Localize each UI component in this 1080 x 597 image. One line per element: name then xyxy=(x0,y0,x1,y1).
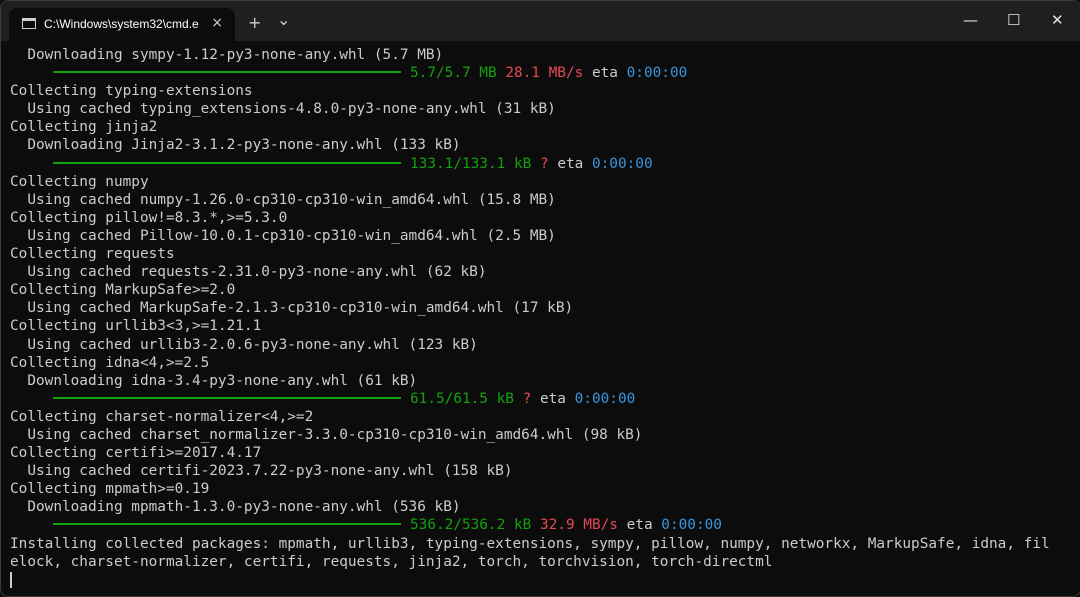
terminal-line: Collecting charset-normalizer<4,>=2 xyxy=(10,408,314,425)
terminal-line: Downloading mpmath-1.3.0-py3-none-any.wh… xyxy=(10,499,461,516)
eta-label: eta xyxy=(591,65,618,82)
dropdown-icon[interactable]: ⌄ xyxy=(277,10,290,29)
terminal-line: Using cached Pillow-10.0.1-cp310-cp310-w… xyxy=(10,227,556,244)
terminal-window: C:\Windows\system32\cmd.e × + ⌄ — ☐ ✕ Do… xyxy=(0,0,1080,597)
tab-close-icon[interactable]: × xyxy=(211,15,223,31)
terminal-line: Collecting typing-extensions xyxy=(10,83,253,100)
terminal-line: Downloading sympy-1.12-py3-none-any.whl … xyxy=(10,47,444,63)
terminal-line: Using cached urllib3-2.0.6-py3-none-any.… xyxy=(10,336,478,353)
eta-label: eta xyxy=(557,155,584,172)
progress-bar xyxy=(53,523,401,526)
new-tab-icon[interactable]: + xyxy=(248,13,261,32)
progress-line: 133.1/133.1 kB ? eta 0:00:00 xyxy=(10,155,1072,173)
prompt-line[interactable] xyxy=(10,571,1072,589)
terminal-line: Collecting pillow!=8.3.*,>=5.3.0 xyxy=(10,209,288,226)
progress-eta: 0:00:00 xyxy=(574,390,636,407)
terminal-line: Collecting certifi>=2017.4.17 xyxy=(10,445,262,462)
terminal-line: Downloading Jinja2-3.1.2-py3-none-any.wh… xyxy=(10,137,461,154)
minimize-icon[interactable]: — xyxy=(963,11,978,29)
tab-title: C:\Windows\system32\cmd.e xyxy=(44,17,199,31)
terminal-line: Collecting idna<4,>=2.5 xyxy=(10,354,210,371)
progress-bar xyxy=(53,71,401,74)
terminal-line: Collecting jinja2 xyxy=(10,119,158,136)
progress-speed: 32.9 MB/s xyxy=(539,517,618,534)
terminal-line: Using cached numpy-1.26.0-cp310-cp310-wi… xyxy=(10,191,556,208)
progress-speed: ? xyxy=(539,155,549,172)
progress-size: 5.7/5.7 MB xyxy=(410,65,497,82)
tab-cmd[interactable]: C:\Windows\system32\cmd.e × xyxy=(9,8,235,41)
terminal-line: elock, charset-normalizer, certifi, requ… xyxy=(10,553,773,570)
terminal-line: Collecting requests xyxy=(10,246,175,263)
eta-label: eta xyxy=(626,517,653,534)
terminal-line: Using cached charset_normalizer-3.3.0-cp… xyxy=(10,426,643,443)
terminal-line: Collecting MarkupSafe>=2.0 xyxy=(10,282,236,299)
eta-label: eta xyxy=(539,390,566,407)
progress-size: 133.1/133.1 kB xyxy=(410,155,532,172)
terminal-line: Using cached MarkupSafe-2.1.3-cp310-cp31… xyxy=(10,300,574,317)
progress-bar xyxy=(53,161,401,164)
terminal-line: Collecting numpy xyxy=(10,173,149,190)
progress-size: 536.2/536.2 kB xyxy=(410,517,532,534)
progress-eta: 0:00:00 xyxy=(626,65,688,82)
cursor xyxy=(10,571,12,588)
maximize-icon[interactable]: ☐ xyxy=(1007,11,1020,29)
title-bar: C:\Windows\system32\cmd.e × + ⌄ — ☐ ✕ xyxy=(1,1,1080,41)
terminal-line: Downloading idna-3.4-py3-none-any.whl (6… xyxy=(10,372,418,389)
close-icon[interactable]: ✕ xyxy=(1051,11,1064,29)
terminal-line: Using cached typing_extensions-4.8.0-py3… xyxy=(10,101,556,118)
progress-speed: ? xyxy=(522,390,532,407)
progress-speed: 28.1 MB/s xyxy=(505,65,584,82)
progress-line: 536.2/536.2 kB 32.9 MB/s eta 0:00:00 xyxy=(10,516,1072,534)
progress-eta: 0:00:00 xyxy=(661,517,722,534)
progress-line: 61.5/61.5 kB ? eta 0:00:00 xyxy=(10,390,1072,408)
terminal-line: Using cached certifi-2023.7.22-py3-none-… xyxy=(10,463,513,480)
terminal-line: Installing collected packages: mpmath, u… xyxy=(10,535,1050,552)
progress-bar xyxy=(53,396,401,399)
progress-line: 5.7/5.7 MB 28.1 MB/s eta 0:00:00 xyxy=(10,64,1072,82)
cmd-icon xyxy=(22,18,36,29)
progress-size: 61.5/61.5 kB xyxy=(410,390,514,407)
terminal-line: Collecting mpmath>=0.19 xyxy=(10,481,210,498)
terminal-line: Collecting urllib3<3,>=1.21.1 xyxy=(10,318,262,335)
terminal-output[interactable]: Downloading sympy-1.12-py3-none-any.whl … xyxy=(10,46,1072,592)
terminal-line: Using cached requests-2.31.0-py3-none-an… xyxy=(10,264,487,281)
progress-eta: 0:00:00 xyxy=(591,155,653,172)
